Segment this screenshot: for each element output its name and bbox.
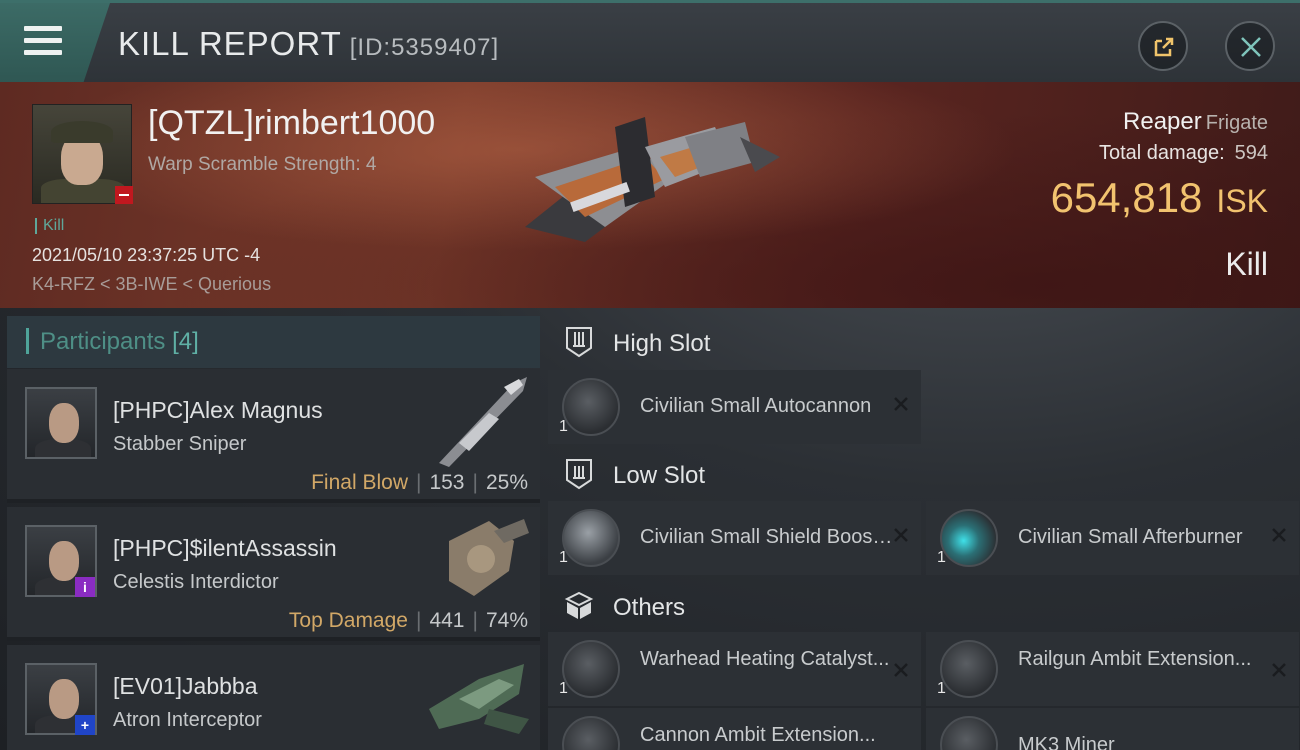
participant-name: [PHPC]Alex Magnus <box>113 397 323 423</box>
result-label: Kill <box>1225 246 1268 282</box>
victim-banner: [QTZL]rimbert1000 Warp Scramble Strength… <box>0 82 1300 308</box>
participant-percent: 74% <box>485 609 528 632</box>
total-damage-label: Total damage: <box>1098 142 1225 164</box>
victim-name[interactable]: [QTZL]rimbert1000 <box>148 104 435 143</box>
participants-count: [4] <box>172 328 199 355</box>
participant-row[interactable]: + [EV01]Jabbba Atron Interceptor <box>7 645 540 750</box>
total-damage-value: 594 <box>1234 142 1268 164</box>
module-name: MK3 Miner <box>1018 734 1115 750</box>
module-name: Cannon Ambit Extension... <box>640 724 876 746</box>
module-quantity: 1 <box>559 680 568 697</box>
ship-name: Reaper <box>1123 108 1202 135</box>
isk-amount: 654,818 <box>1050 174 1203 221</box>
final-blow-tag: Final Blow <box>311 471 408 494</box>
module-quantity: 1 <box>937 680 946 697</box>
participant-stats: Final Blow | 153 | 25% <box>311 471 528 494</box>
module-item[interactable]: 1 Railgun Ambit Extension... <box>926 632 1299 706</box>
ship-type[interactable]: Reaper Frigate <box>1123 108 1268 136</box>
share-button[interactable] <box>1138 21 1188 71</box>
module-item[interactable]: 1 Civilian Small Autocannon <box>548 370 921 444</box>
participant-name: [EV01]Jabbba <box>113 673 258 699</box>
isk-unit: ISK <box>1216 183 1268 219</box>
close-icon <box>1241 37 1261 57</box>
module-item[interactable]: 1 Civilian Small Shield Booster <box>548 501 921 575</box>
destroyed-x-icon <box>1272 663 1286 677</box>
participant-ship: Celestis Interdictor <box>113 571 279 593</box>
report-id: [ID:5359407] <box>349 34 500 61</box>
close-button[interactable] <box>1225 21 1275 71</box>
module-item[interactable]: MK3 Miner <box>926 708 1299 750</box>
destroyed-x-icon <box>894 397 908 411</box>
railgun-extension-icon <box>940 640 998 698</box>
module-quantity: 1 <box>559 549 568 566</box>
victim-ship-image <box>525 117 780 242</box>
module-name: Civilian Small Afterburner <box>1018 526 1243 548</box>
module-name: Civilian Small Autocannon <box>640 395 872 417</box>
low-slot-label: Low Slot <box>613 462 706 489</box>
victim-subtitle: Warp Scramble Strength: 4 <box>148 154 377 175</box>
participant-ship: Atron Interceptor <box>113 709 262 731</box>
participant-row[interactable]: i [PHPC]$ilentAssassin Celestis Interdic… <box>7 507 540 641</box>
title-bar: KILL REPORT [ID:5359407] <box>0 0 1300 82</box>
atron-ship-image <box>429 664 529 734</box>
hamburger-menu-icon[interactable] <box>24 26 62 56</box>
ship-class: Frigate <box>1205 112 1268 134</box>
destroyed-x-icon <box>894 528 908 542</box>
warhead-catalyst-icon <box>562 640 620 698</box>
module-item[interactable]: 1 Warhead Heating Catalyst... <box>548 632 921 706</box>
shield-booster-icon <box>562 509 620 567</box>
afterburner-icon <box>940 509 998 567</box>
participant-name: [PHPC]$ilentAssassin <box>113 535 337 561</box>
low-slot-icon <box>566 459 592 490</box>
plus-badge-icon: + <box>75 715 95 735</box>
kill-location[interactable]: K4-RFZ < 3B-IWE < Querious <box>32 274 271 295</box>
stabber-ship-image <box>439 377 527 467</box>
module-name: Civilian Small Shield Booster <box>640 526 895 548</box>
miner-icon <box>940 716 998 750</box>
others-label: Others <box>613 594 686 621</box>
cargo-box-icon <box>564 591 594 619</box>
autocannon-icon <box>562 378 620 436</box>
module-name: Warhead Heating Catalyst... <box>640 648 890 670</box>
kill-timestamp: 2021/05/10 23:37:25 UTC -4 <box>32 245 261 265</box>
module-item[interactable]: Cannon Ambit Extension... <box>548 708 921 750</box>
avatar[interactable] <box>25 387 97 459</box>
participant-row[interactable]: [PHPC]Alex Magnus Stabber Sniper Final B… <box>7 369 540 503</box>
page-title: KILL REPORT [ID:5359407] <box>118 25 499 63</box>
page-title-text: KILL REPORT <box>118 25 342 62</box>
participant-percent: 25% <box>485 471 528 494</box>
destroyed-x-icon <box>1272 528 1286 542</box>
total-damage: Total damage: 594 <box>1099 142 1268 165</box>
high-slot-label: High Slot <box>613 330 711 357</box>
participant-damage: 441 <box>429 609 465 632</box>
top-damage-tag: Top Damage <box>288 609 408 632</box>
destroyed-x-icon <box>894 663 908 677</box>
module-quantity: 1 <box>559 418 568 435</box>
participants-label: Participants <box>40 328 166 355</box>
participants-header: Participants [4] <box>7 316 540 368</box>
share-external-icon <box>1154 37 1174 57</box>
menu-tab[interactable] <box>0 3 110 82</box>
standing-minus-icon <box>115 186 133 204</box>
celestis-ship-image <box>449 519 529 596</box>
isk-value: 654,818 ISK <box>1051 174 1268 222</box>
module-quantity: 1 <box>937 549 946 566</box>
info-badge-icon: i <box>75 577 95 597</box>
event-tag: Kill <box>35 218 64 234</box>
participant-ship: Stabber Sniper <box>113 433 247 455</box>
module-name: Railgun Ambit Extension... <box>1018 648 1252 670</box>
participant-damage: 153 <box>429 471 465 494</box>
high-slot-icon <box>566 327 592 358</box>
cannon-extension-icon <box>562 716 620 750</box>
participant-stats: Top Damage | 441 | 74% <box>288 609 528 632</box>
module-item[interactable]: 1 Civilian Small Afterburner <box>926 501 1299 575</box>
